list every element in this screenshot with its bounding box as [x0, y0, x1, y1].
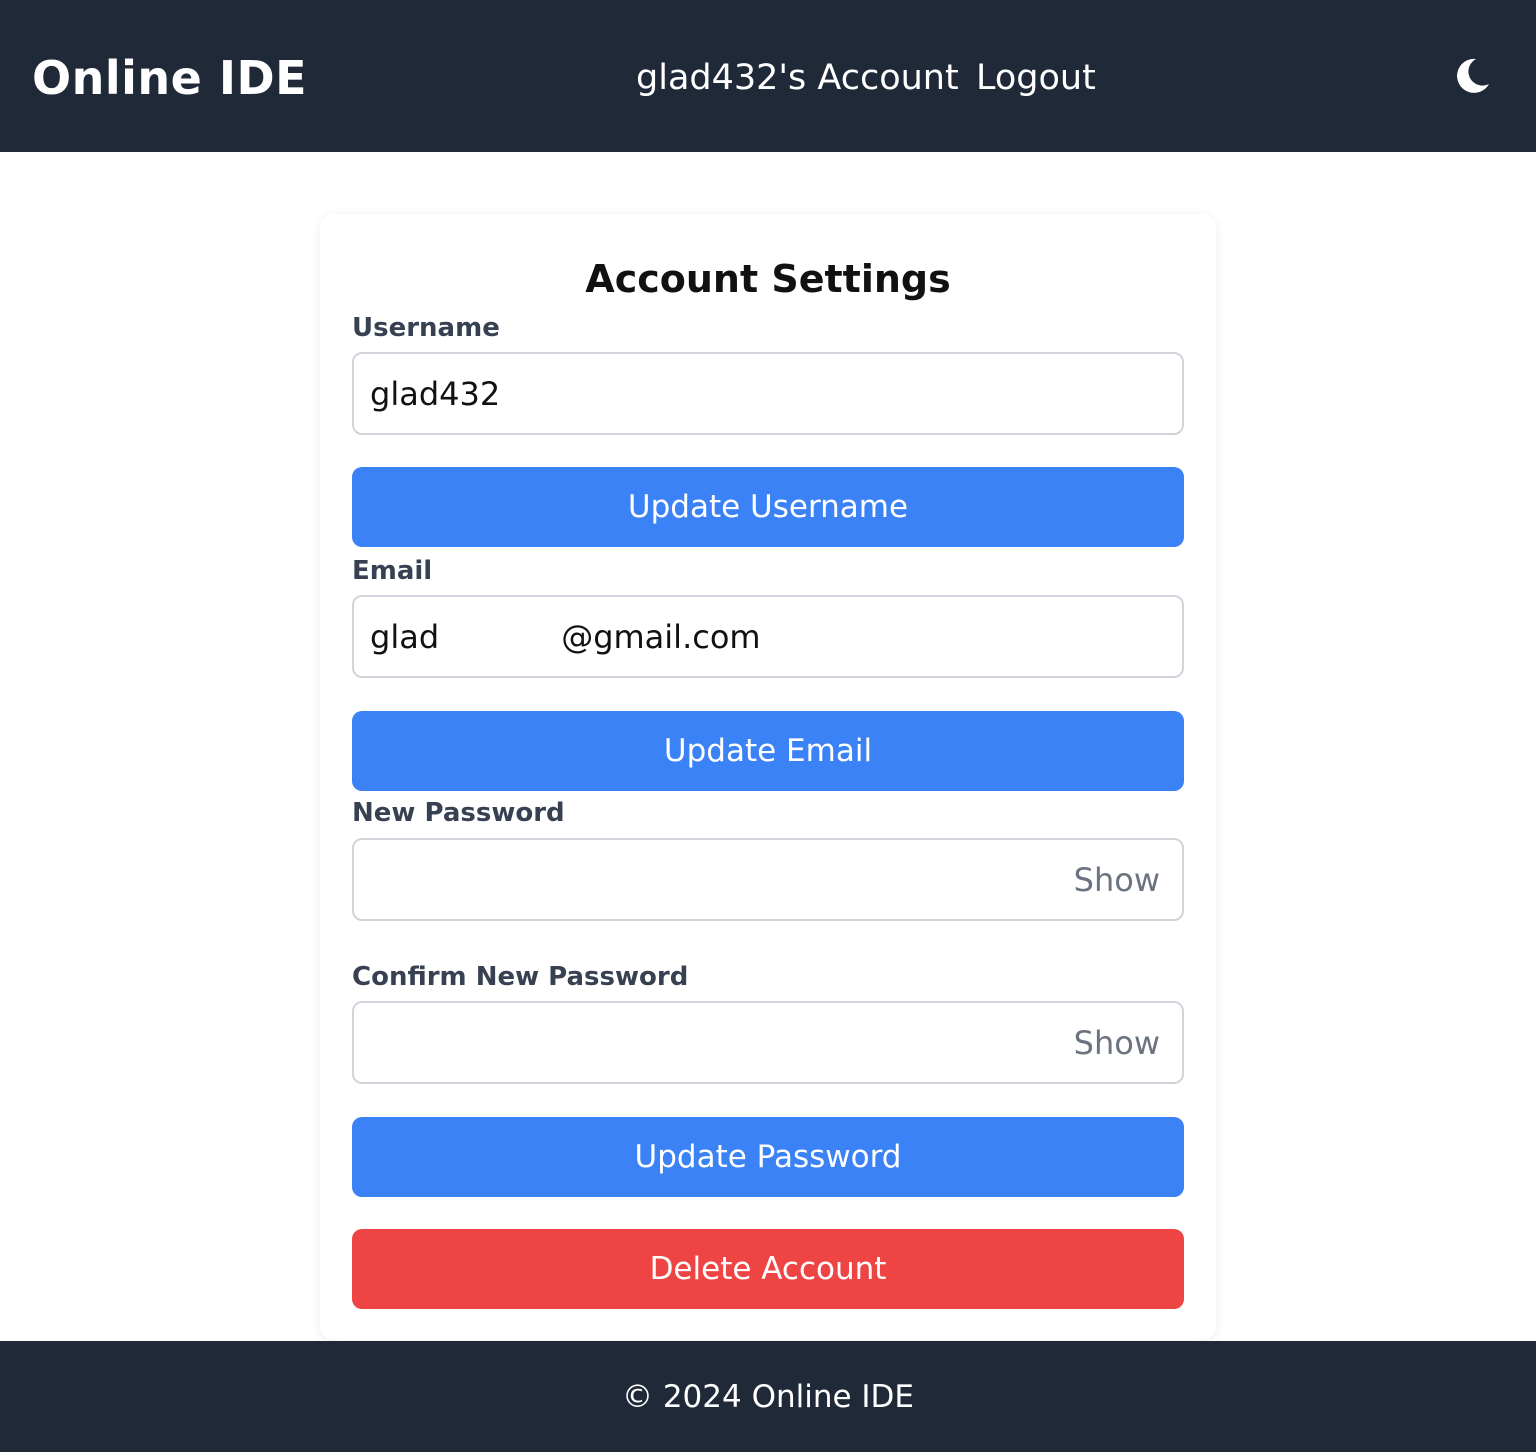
new-password-input[interactable]: [352, 838, 1184, 921]
show-confirm-password-toggle[interactable]: Show: [1074, 1023, 1160, 1063]
update-password-button[interactable]: Update Password: [352, 1117, 1184, 1197]
page-footer: © 2024 Online IDE: [0, 1341, 1536, 1452]
update-email-button[interactable]: Update Email: [352, 711, 1184, 791]
brand-logo[interactable]: Online IDE: [32, 50, 307, 106]
page-title: Account Settings: [585, 257, 951, 301]
logout-link[interactable]: Logout: [976, 54, 1096, 102]
account-link[interactable]: glad432's Account: [636, 54, 959, 102]
top-navbar: Online IDE glad432's Account Logout: [0, 0, 1536, 152]
email-input[interactable]: [352, 595, 1184, 678]
copyright-text: © 2024 Online IDE: [621, 1379, 915, 1415]
email-label: Email: [352, 556, 433, 586]
new-password-label: New Password: [352, 798, 565, 828]
theme-toggle-button[interactable]: [1452, 56, 1492, 96]
username-label: Username: [352, 313, 500, 343]
show-new-password-toggle[interactable]: Show: [1074, 860, 1160, 900]
confirm-password-input[interactable]: [352, 1001, 1184, 1084]
delete-account-button[interactable]: Delete Account: [352, 1229, 1184, 1309]
confirm-password-label: Confirm New Password: [352, 962, 689, 992]
update-username-button[interactable]: Update Username: [352, 467, 1184, 547]
username-input[interactable]: [352, 352, 1184, 435]
moon-icon: [1457, 58, 1489, 93]
